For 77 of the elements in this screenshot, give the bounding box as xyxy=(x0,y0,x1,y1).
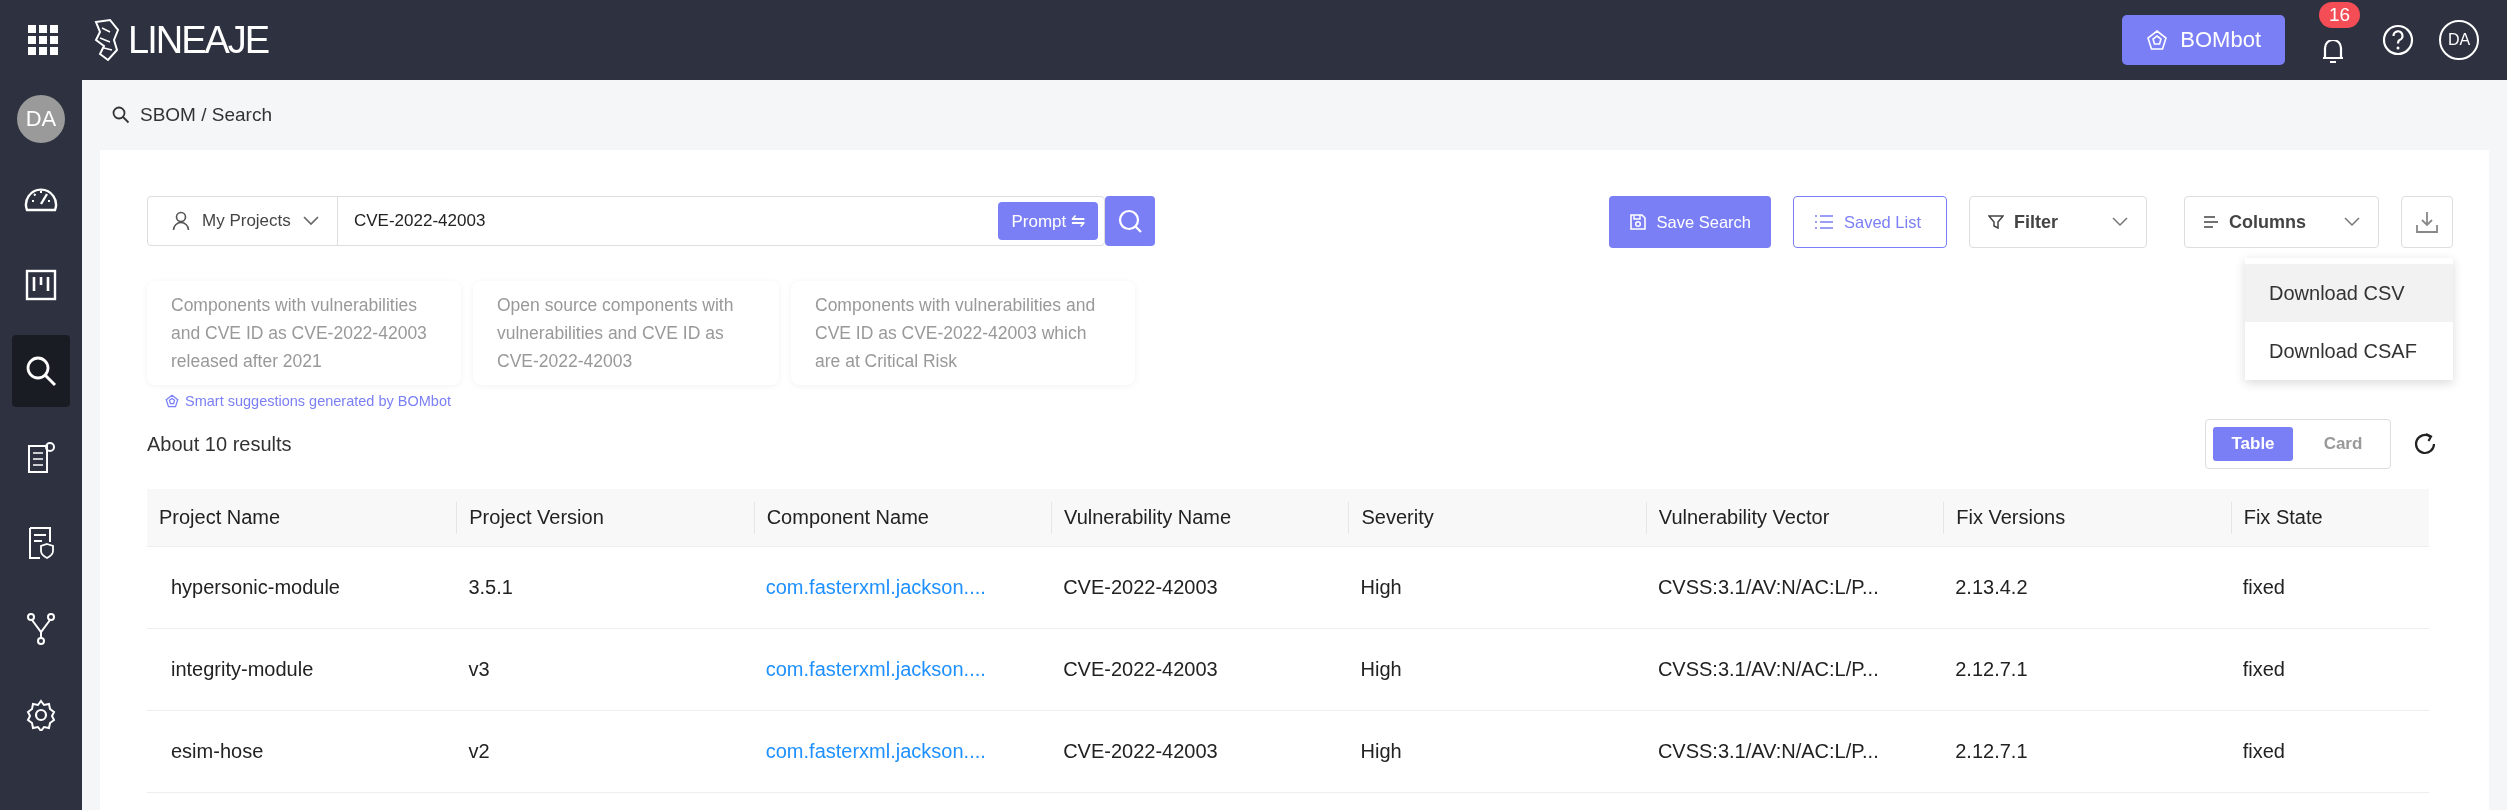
bombot-button[interactable]: BOMbot xyxy=(2122,15,2285,65)
table-cell: 2.12.7.1 xyxy=(1955,740,2028,762)
chevron-down-icon xyxy=(2344,217,2360,227)
search-icon xyxy=(1117,208,1143,234)
column-header: Vulnerability Name xyxy=(1064,506,1232,529)
pentagon-icon xyxy=(2146,29,2169,51)
column-header: Vulnerability Vector xyxy=(1658,506,1830,529)
kanban-board-icon xyxy=(25,269,57,301)
document-gear-icon xyxy=(25,440,57,474)
suggestions-note: Smart suggestions generated by BOMbot xyxy=(185,393,451,409)
table-cell: CVE-2022-42003 xyxy=(1063,576,1218,598)
lines-icon xyxy=(2203,215,2219,229)
suggestion-card[interactable]: Components with vulnerabilities and CVE ID as CVE-2022-42003 which are at Critical Risk xyxy=(791,281,1135,385)
column-header: Project Name xyxy=(159,506,281,529)
table-cell: CVSS:3.1/AV:N/AC:L/P... xyxy=(1657,576,1879,598)
breadcrumb: SBOM / Search xyxy=(140,104,272,126)
table-cell: CVE-2022-42003 xyxy=(1063,740,1218,762)
notification-count: 16 xyxy=(2319,2,2361,28)
view-tab[interactable]: Table xyxy=(2213,427,2293,461)
table-cell: hypersonic-module xyxy=(171,576,340,598)
chevron-down-icon xyxy=(2112,217,2128,227)
list-icon xyxy=(1814,214,1834,230)
app-grid-icon[interactable] xyxy=(28,25,58,55)
column-header: Component Name xyxy=(766,506,929,529)
logo-text: LINEAJE xyxy=(128,18,269,62)
table-cell: 2.12.7.1 xyxy=(1955,658,2028,680)
user-avatar[interactable]: DA xyxy=(17,95,65,143)
table-cell: v3 xyxy=(468,658,490,680)
saved-list-button[interactable]: Saved List xyxy=(1793,196,1947,248)
menu-item[interactable]: Download CSV xyxy=(2245,264,2453,322)
component-link[interactable]: com.fasterxml.jackson.... xyxy=(765,658,986,680)
suggestion-card[interactable]: Open source components with vulnerabilities and CVE ID as CVE-2022-42003 xyxy=(473,281,779,385)
column-header: Project Version xyxy=(469,506,604,529)
view-tab[interactable]: Card xyxy=(2303,427,2383,461)
table-cell: integrity-module xyxy=(171,658,314,680)
results-count: About 10 results xyxy=(147,432,292,456)
chevron-down-icon xyxy=(302,216,319,226)
columns-dropdown[interactable]: Columns xyxy=(2184,196,2379,248)
search-icon xyxy=(25,355,57,387)
search-button[interactable] xyxy=(1105,196,1155,246)
table-cell: fixed xyxy=(2242,740,2285,762)
table-cell: fixed xyxy=(2242,576,2285,598)
download-button[interactable] xyxy=(2401,196,2453,248)
user-avatar[interactable]: DA xyxy=(2439,20,2479,60)
save-search-button[interactable]: Save Search xyxy=(1608,196,1771,248)
funnel-icon xyxy=(1988,214,2004,230)
table-cell: CVSS:3.1/AV:N/AC:L/P... xyxy=(1657,740,1879,762)
column-header: Fix Versions xyxy=(1956,506,2066,529)
filter-dropdown[interactable]: Filter xyxy=(1969,196,2147,248)
table-cell: 3.5.1 xyxy=(468,576,513,598)
table-cell: High xyxy=(1360,576,1402,598)
table-cell: fixed xyxy=(2242,658,2285,680)
sidebar-item[interactable] xyxy=(12,335,70,407)
user-icon xyxy=(172,211,190,231)
save-icon xyxy=(1628,213,1647,231)
component-link[interactable]: com.fasterxml.jackson.... xyxy=(765,576,986,598)
column-header: Fix State xyxy=(2243,506,2323,529)
branch-icon xyxy=(26,612,56,646)
download-icon xyxy=(2415,210,2439,234)
menu-item[interactable]: Download CSAF xyxy=(2245,322,2453,380)
table-cell: CVE-2022-42003 xyxy=(1063,658,1218,680)
table-cell: 2.13.4.2 xyxy=(1955,576,2028,598)
search-icon xyxy=(112,106,130,124)
prompt-button[interactable]: Prompt ⇋ xyxy=(998,202,1098,240)
table-cell: esim-hose xyxy=(171,740,264,762)
suggestion-card[interactable]: Components with vulnerabilities and CVE ID as CVE-2022-42003 released after 2021 xyxy=(147,281,461,385)
document-shield-icon xyxy=(26,526,56,560)
pentagon-icon xyxy=(165,394,179,408)
table-cell: High xyxy=(1360,740,1402,762)
search-field[interactable]: My Projects CVE-2022-42003 Prompt ⇋ xyxy=(147,196,1105,246)
component-link[interactable]: com.fasterxml.jackson.... xyxy=(765,740,986,762)
column-header: Severity xyxy=(1361,506,1434,529)
table-cell: v2 xyxy=(468,740,490,762)
help-icon[interactable] xyxy=(2381,23,2415,57)
settings-icon xyxy=(25,699,57,731)
table-cell: High xyxy=(1360,658,1402,680)
table-cell: CVSS:3.1/AV:N/AC:L/P... xyxy=(1657,658,1879,680)
